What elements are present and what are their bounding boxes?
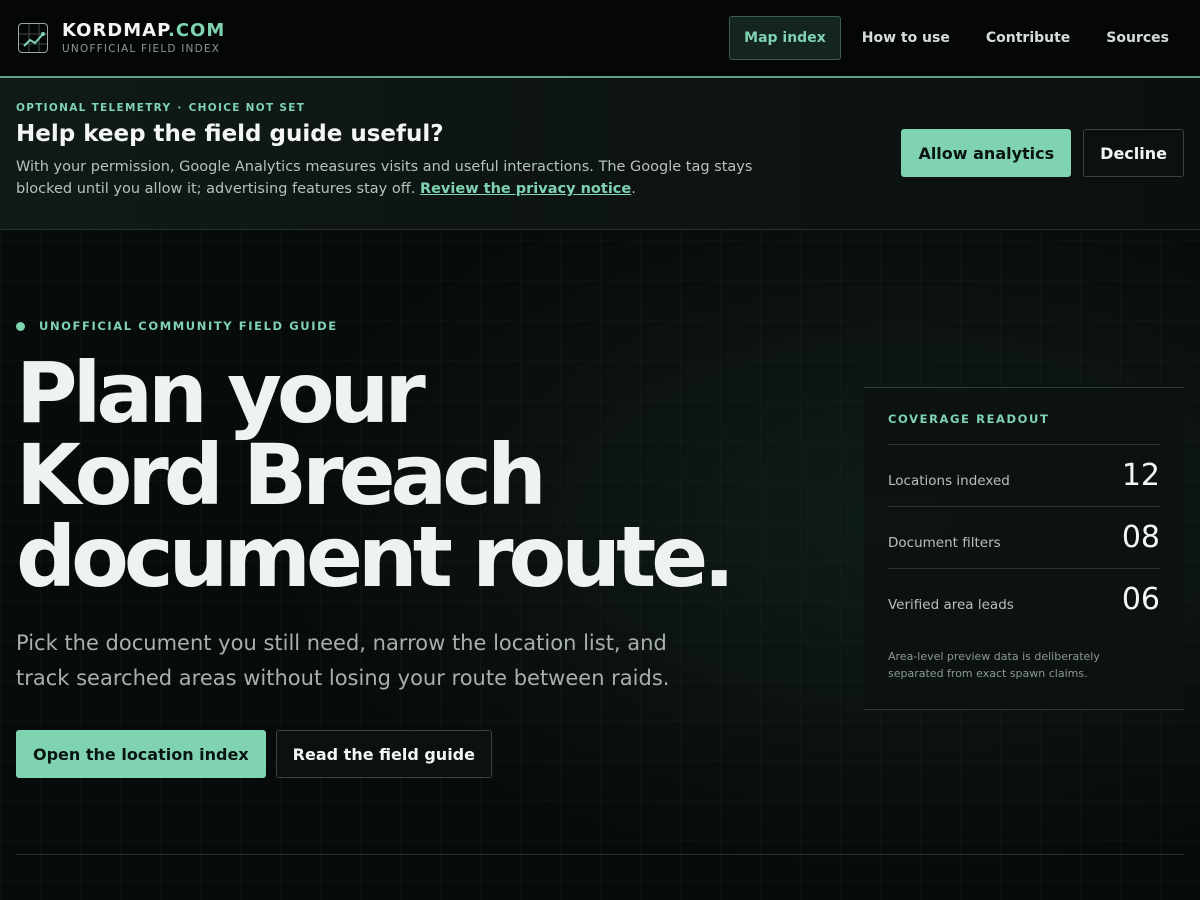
- consent-body-text: With your permission, Google Analytics m…: [16, 159, 753, 197]
- hero-actions: Open the location index Read the field g…: [16, 730, 492, 778]
- consent-body: With your permission, Google Analytics m…: [16, 156, 806, 200]
- hero-title-line-3: document route.: [16, 508, 735, 606]
- readout-rows: Locations indexed 12 Document filters 08…: [888, 444, 1160, 630]
- nav-item-map-index[interactable]: Map index: [729, 16, 841, 60]
- nav-item-how-to-use[interactable]: How to use: [847, 16, 965, 60]
- coverage-readout-panel: COVERAGE READOUT Locations indexed 12 Do…: [864, 387, 1184, 710]
- main-nav: Map index How to use Contribute Sources: [729, 16, 1184, 60]
- hero-title-line-2: Kord Breach: [16, 426, 547, 524]
- allow-analytics-button[interactable]: Allow analytics: [901, 129, 1072, 177]
- readout-note: Area-level preview data is deliberately …: [888, 650, 1100, 680]
- consent-eyebrow-label: OPTIONAL TELEMETRY: [16, 102, 172, 114]
- readout-label-leads: Verified area leads: [888, 596, 1014, 613]
- readout-row: Document filters 08: [888, 506, 1160, 568]
- consent-body-end: .: [631, 181, 636, 197]
- site-header: KORDMAP.COM UNOFFICIAL FIELD INDEX Map i…: [0, 0, 1200, 78]
- brand-name-tld: .COM: [167, 19, 226, 41]
- status-dot-icon: [16, 321, 25, 331]
- consent-eyebrow-separator: ·: [177, 102, 183, 114]
- readout-value-locations: 12: [1121, 458, 1160, 493]
- hero-subtitle: Pick the document you still need, narrow…: [16, 631, 670, 690]
- readout-value-filters: 08: [1121, 520, 1160, 555]
- readout-label-locations: Locations indexed: [888, 472, 1010, 489]
- chart-grid-icon: [18, 23, 48, 53]
- readout-title: COVERAGE READOUT: [888, 412, 1050, 426]
- section-divider: [16, 854, 1184, 855]
- brand-name: KORDMAP.COM: [62, 19, 226, 41]
- hero-title: Plan your Kord Breach document route.: [16, 344, 836, 606]
- consent-actions: Allow analytics Decline: [901, 129, 1184, 177]
- read-field-guide-button[interactable]: Read the field guide: [275, 730, 492, 778]
- nav-item-contribute[interactable]: Contribute: [971, 16, 1085, 60]
- brand-text: KORDMAP.COM UNOFFICIAL FIELD INDEX: [62, 19, 226, 55]
- privacy-notice-link[interactable]: Review the privacy notice: [420, 181, 631, 197]
- consent-status: CHOICE NOT SET: [188, 102, 306, 114]
- consent-eyebrow: OPTIONAL TELEMETRY · CHOICE NOT SET: [16, 102, 1184, 114]
- readout-label-filters: Document filters: [888, 534, 1001, 551]
- brand-tagline: UNOFFICIAL FIELD INDEX: [62, 42, 221, 55]
- hero-title-line-1: Plan your: [16, 344, 426, 442]
- readout-value-leads: 06: [1121, 582, 1160, 617]
- brand[interactable]: KORDMAP.COM UNOFFICIAL FIELD INDEX: [18, 19, 226, 55]
- nav-item-sources[interactable]: Sources: [1091, 16, 1184, 60]
- hero-eyebrow-label: UNOFFICIAL COMMUNITY FIELD GUIDE: [39, 319, 338, 333]
- hero-eyebrow: UNOFFICIAL COMMUNITY FIELD GUIDE: [16, 319, 338, 333]
- open-location-index-button[interactable]: Open the location index: [16, 730, 266, 778]
- analytics-consent-banner: OPTIONAL TELEMETRY · CHOICE NOT SET Help…: [0, 78, 1200, 230]
- readout-row: Locations indexed 12: [888, 444, 1160, 506]
- brand-name-main: KORDMAP: [62, 19, 168, 41]
- decline-button[interactable]: Decline: [1083, 129, 1184, 177]
- readout-row: Verified area leads 06: [888, 568, 1160, 630]
